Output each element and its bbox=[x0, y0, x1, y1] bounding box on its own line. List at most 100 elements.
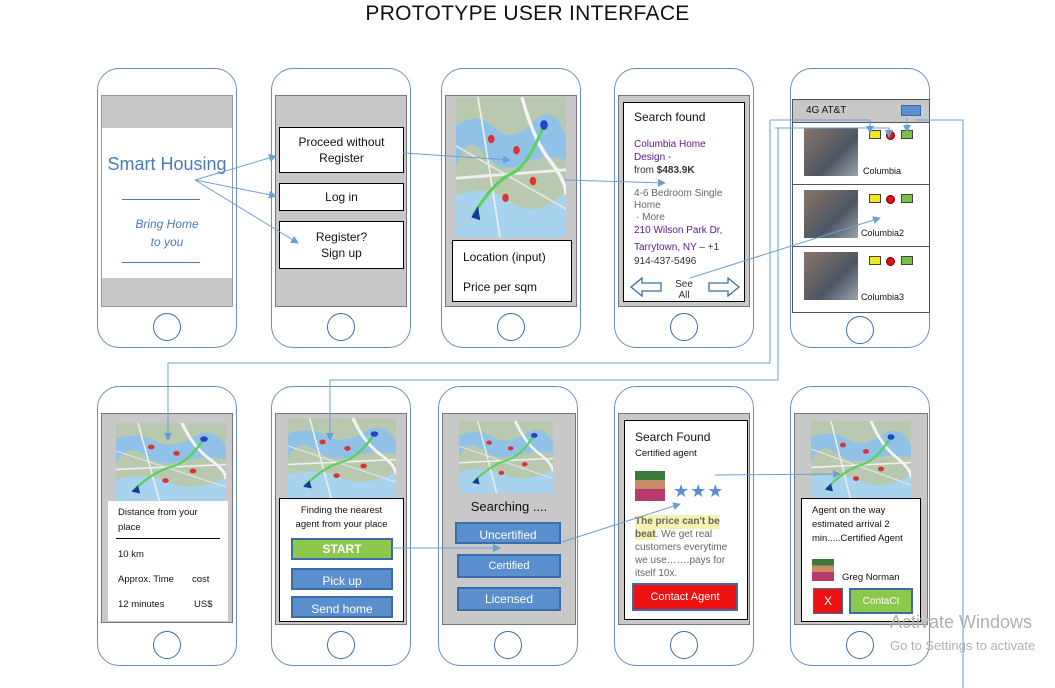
register-button[interactable]: Register? Sign up bbox=[279, 221, 404, 269]
phone-agent-finder: Finding the nearest agent from your plac… bbox=[271, 386, 411, 666]
splash-top-bar bbox=[102, 96, 232, 128]
divider-top bbox=[122, 199, 200, 200]
arrival-line1: Agent on the way bbox=[812, 505, 886, 516]
flag-yellow-icon[interactable] bbox=[869, 130, 881, 139]
phone-splash: Smart Housing Bring Home to you bbox=[97, 68, 237, 348]
agent-name: Greg Norman bbox=[842, 572, 900, 583]
home-button[interactable] bbox=[153, 631, 181, 659]
finder-heading-line1: Finding the nearest bbox=[300, 505, 383, 516]
home-button[interactable] bbox=[846, 631, 874, 659]
heading-rule bbox=[116, 538, 220, 539]
map-image[interactable] bbox=[288, 418, 396, 498]
flag-green-icon[interactable] bbox=[901, 256, 913, 265]
distance-heading-line1: Distance from your bbox=[118, 507, 198, 518]
next-arrow-icon[interactable] bbox=[708, 277, 740, 297]
licensed-option[interactable]: Licensed bbox=[457, 587, 561, 611]
agent-avatar bbox=[635, 471, 665, 501]
map-image[interactable] bbox=[459, 421, 553, 493]
register-line1: Register? bbox=[315, 229, 368, 244]
review-line2: beat. We get real bbox=[635, 529, 713, 540]
property-photo bbox=[804, 252, 858, 300]
listing-link-line2[interactable]: Design - bbox=[634, 151, 671, 165]
location-input[interactable]: Location (input) bbox=[463, 249, 546, 265]
address-line1: 210 Wilson Park Dr, bbox=[634, 225, 723, 236]
review-line5: itself 10x. bbox=[635, 568, 678, 579]
uncertified-option[interactable]: Uncertified bbox=[455, 522, 561, 544]
agent-avatar bbox=[812, 559, 834, 581]
listing-title: Columbia3 bbox=[861, 292, 905, 302]
flag-yellow-icon[interactable] bbox=[869, 256, 881, 265]
agent-found-sub: Certified agent bbox=[635, 448, 697, 459]
more-link[interactable]: · More bbox=[636, 211, 665, 225]
proceed-line1: Proceed without bbox=[298, 134, 385, 149]
flag-green-icon[interactable] bbox=[901, 130, 913, 139]
phone-map-search: Location (input) Price per sqm bbox=[441, 68, 581, 348]
flag-yellow-icon[interactable] bbox=[869, 194, 881, 203]
phone-searching: Searching .... Uncertified Certified Lic… bbox=[438, 386, 578, 666]
battery-icon bbox=[901, 105, 921, 116]
time-label: Approx. Time bbox=[118, 574, 174, 585]
listing-price: from $483.9K bbox=[634, 165, 695, 176]
phone-number: 914-437-5496 bbox=[634, 256, 697, 267]
results-panel: Search found Columbia Home Design - from… bbox=[623, 102, 745, 302]
flag-green-icon[interactable] bbox=[901, 194, 913, 203]
close-button[interactable]: X bbox=[813, 588, 843, 614]
see-all-link[interactable]: See All bbox=[672, 279, 696, 301]
app-name: Smart Housing bbox=[107, 154, 227, 174]
prev-arrow-icon[interactable] bbox=[630, 277, 662, 297]
phone-search-results: Search found Columbia Home Design - from… bbox=[614, 68, 754, 348]
map-image[interactable] bbox=[811, 421, 911, 501]
status-red-icon[interactable] bbox=[886, 195, 895, 204]
review-line4: we use…….pays for bbox=[635, 555, 726, 566]
home-button[interactable] bbox=[670, 631, 698, 659]
contact-button[interactable]: ContaCt bbox=[849, 588, 913, 614]
status-bar: 4G AT&T bbox=[793, 100, 929, 123]
home-button[interactable] bbox=[846, 316, 874, 344]
send-home-button[interactable]: Send home bbox=[291, 596, 393, 618]
proceed-line2: Register bbox=[319, 151, 364, 165]
home-button[interactable] bbox=[327, 631, 355, 659]
listing-item-1[interactable]: Columbia bbox=[793, 122, 929, 185]
address-line2: Tarrytown, NY – +1 bbox=[634, 242, 720, 253]
login-button[interactable]: Log in bbox=[279, 183, 404, 211]
map-image[interactable] bbox=[456, 97, 566, 237]
splash-bottom-bar bbox=[102, 278, 232, 306]
search-input-panel: Location (input) Price per sqm bbox=[452, 240, 572, 302]
listing-title: Columbia bbox=[863, 166, 902, 176]
home-button[interactable] bbox=[327, 313, 355, 341]
property-photo bbox=[804, 190, 858, 238]
start-button[interactable]: START bbox=[291, 538, 393, 560]
home-button[interactable] bbox=[497, 313, 525, 341]
cost-label: cost bbox=[192, 574, 210, 585]
listing-link-line1[interactable]: Columbia Home bbox=[634, 138, 706, 152]
phone-agent-found: Search Found Certified agent ★★★ The pri… bbox=[614, 386, 754, 666]
listing-item-3[interactable]: Columbia3 bbox=[793, 246, 929, 308]
status-red-icon[interactable] bbox=[886, 131, 895, 140]
listing-item-2[interactable]: Columbia2 bbox=[793, 184, 929, 247]
carrier-label: 4G AT&T bbox=[806, 105, 847, 116]
price-input[interactable]: Price per sqm bbox=[463, 279, 537, 295]
phone-listing-results: 4G AT&T Columbia Columbia2 Columbia3 bbox=[790, 68, 930, 348]
home-button[interactable] bbox=[494, 631, 522, 659]
arrival-line2: estimated arrival 2 bbox=[812, 519, 890, 530]
review-highlight-line1: The price can't be bbox=[635, 515, 720, 529]
rating-stars: ★★★ bbox=[673, 481, 725, 501]
phone-distance: Distance from your place 10 km Approx. T… bbox=[97, 386, 237, 666]
certified-option[interactable]: Certified bbox=[457, 554, 561, 578]
home-button[interactable] bbox=[153, 313, 181, 341]
status-red-icon[interactable] bbox=[886, 257, 895, 266]
agent-found-heading: Search Found bbox=[635, 430, 711, 444]
contact-agent-button[interactable]: Contact Agent bbox=[632, 583, 738, 611]
listing-screen: 4G AT&T Columbia Columbia2 Columbia3 bbox=[792, 99, 930, 313]
divider-bottom bbox=[122, 262, 200, 263]
cost-value: US$ bbox=[194, 599, 213, 610]
map-image[interactable] bbox=[116, 423, 226, 503]
pickup-button[interactable]: Pick up bbox=[291, 568, 393, 590]
watermark-line2: Go to Settings to activate bbox=[890, 638, 1036, 653]
splash-screen: Smart Housing Bring Home to you bbox=[101, 95, 233, 307]
review-line3: customers everytime bbox=[635, 542, 728, 553]
arrival-line3: min.....Certified Agent bbox=[812, 533, 903, 544]
home-button[interactable] bbox=[670, 313, 698, 341]
proceed-without-register-button[interactable]: Proceed without Register bbox=[279, 127, 404, 173]
distance-heading-line2: place bbox=[118, 522, 141, 533]
